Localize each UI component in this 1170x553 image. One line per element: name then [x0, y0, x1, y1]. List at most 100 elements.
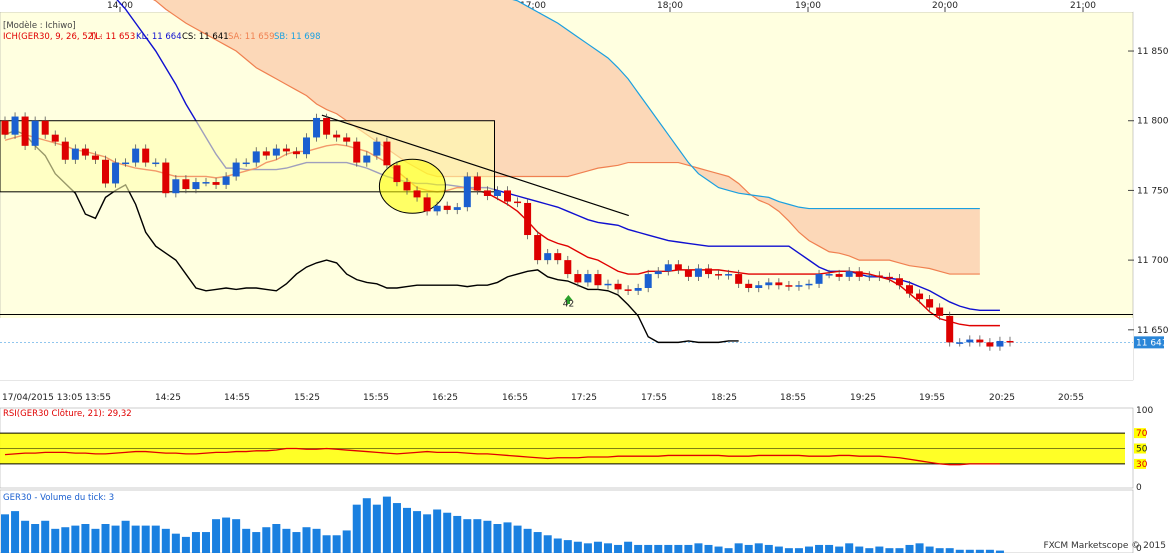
- ichimoku-item-sa: SA: 11 659: [228, 32, 275, 42]
- candle-body: [755, 285, 763, 288]
- candle-body: [292, 151, 300, 155]
- rsi-axis-label: 50: [1136, 445, 1148, 455]
- candle-body: [674, 264, 682, 270]
- volume-bar: [101, 524, 110, 553]
- candle-body: [524, 202, 532, 236]
- candle-body: [996, 340, 1004, 347]
- candle-body: [493, 190, 501, 196]
- volume-bar: [473, 519, 482, 553]
- volume-bar: [624, 541, 633, 553]
- volume-bar: [141, 525, 150, 553]
- candle-body: [463, 176, 471, 208]
- volume-bar: [634, 544, 643, 553]
- candle-body: [946, 315, 954, 343]
- candle-body: [976, 339, 984, 343]
- rsi-label: RSI(GER30 Clôture, 21): 29,32: [3, 408, 132, 419]
- candle-body: [413, 190, 421, 198]
- volume-bar: [202, 532, 210, 553]
- candle-body: [825, 274, 833, 276]
- candle-body: [21, 116, 29, 146]
- credit-text: FXCM Marketscope © 2015: [1043, 541, 1166, 551]
- top-time-label: 21:00: [1070, 1, 1096, 11]
- candle-body: [584, 274, 592, 283]
- volume-bar: [252, 532, 261, 553]
- candle-body: [765, 282, 773, 286]
- volume-bar: [513, 525, 522, 553]
- top-time-label: 20:00: [932, 1, 958, 11]
- volume-bar: [583, 543, 592, 553]
- candle-body: [132, 148, 140, 163]
- candle-body: [745, 283, 753, 288]
- candle-body: [41, 120, 49, 135]
- candle-body: [624, 289, 632, 291]
- volume-bar: [815, 544, 824, 553]
- volume-bar: [553, 538, 562, 553]
- bottom-time-label: 13:55: [85, 393, 111, 403]
- volume-bar: [312, 528, 321, 553]
- candle-body: [926, 299, 934, 308]
- candle-body: [91, 155, 99, 160]
- volume-bar: [684, 544, 693, 553]
- candle-body: [282, 148, 290, 152]
- candle-body: [373, 141, 381, 156]
- candle-body: [875, 275, 883, 277]
- ichimoku-item-kl: KL: 11 664: [136, 32, 182, 42]
- candle-body: [333, 134, 341, 138]
- volume-bar: [543, 535, 552, 553]
- volume-bar: [855, 546, 864, 553]
- volume-bar: [111, 525, 120, 553]
- candle-body: [554, 253, 562, 261]
- candle-body: [323, 117, 331, 135]
- price-label: 11 700: [1137, 256, 1169, 266]
- volume-bar: [865, 548, 874, 553]
- volume-bar: [332, 535, 341, 553]
- candle-body: [795, 285, 803, 287]
- volume-bar: [875, 546, 884, 553]
- candle-body: [654, 271, 662, 275]
- candle-body: [473, 176, 481, 191]
- candle-body: [31, 120, 39, 146]
- volume-bar: [322, 535, 331, 553]
- candle-body: [423, 197, 431, 212]
- volume-bar: [835, 546, 844, 553]
- candle-body: [182, 179, 190, 190]
- rsi-axis-label: 100: [1136, 406, 1153, 416]
- candle-body: [232, 162, 240, 177]
- volume-bar: [704, 544, 713, 553]
- volume-bar: [573, 541, 582, 553]
- bottom-time-label: 16:55: [502, 393, 528, 403]
- price-label: 11 750: [1137, 186, 1169, 196]
- ichimoku-item-tl: TL: 11 653: [89, 32, 135, 42]
- volume-bar: [433, 509, 442, 553]
- volume-bar: [664, 544, 673, 553]
- candle-body: [242, 162, 250, 165]
- volume-bar: [81, 524, 90, 553]
- candle-body: [152, 162, 160, 165]
- volume-bar: [714, 546, 723, 553]
- candle-body: [383, 141, 391, 166]
- candle-body: [966, 339, 974, 343]
- bottom-time-label: 16:25: [432, 393, 458, 403]
- ichimoku-item-cs: CS: 11 641: [182, 32, 229, 42]
- volume-bar: [945, 548, 954, 553]
- candle-body: [142, 148, 150, 163]
- volume-bar: [674, 544, 683, 553]
- volume-bar: [282, 528, 291, 553]
- candle-body: [845, 271, 853, 277]
- volume-bar: [724, 548, 733, 553]
- volume-bar: [644, 544, 653, 553]
- volume-bar: [21, 520, 30, 553]
- volume-bar: [533, 532, 542, 553]
- candle-body: [403, 182, 411, 191]
- candle-body: [986, 342, 994, 347]
- rsi-axis-label: 0: [1136, 483, 1142, 493]
- candle-body: [906, 285, 913, 294]
- volume-bar: [935, 548, 944, 553]
- chart-svg: 14:0015:0016:0017:0018:0019:0020:0021:00…: [0, 0, 1169, 553]
- candle-body: [785, 285, 793, 287]
- candle-body: [393, 165, 401, 183]
- bottom-time-label: 18:55: [780, 393, 806, 403]
- volume-label: GER30 - Volume du tick: 3: [3, 493, 114, 503]
- volume-bar: [423, 514, 432, 553]
- volume-bar: [71, 525, 80, 553]
